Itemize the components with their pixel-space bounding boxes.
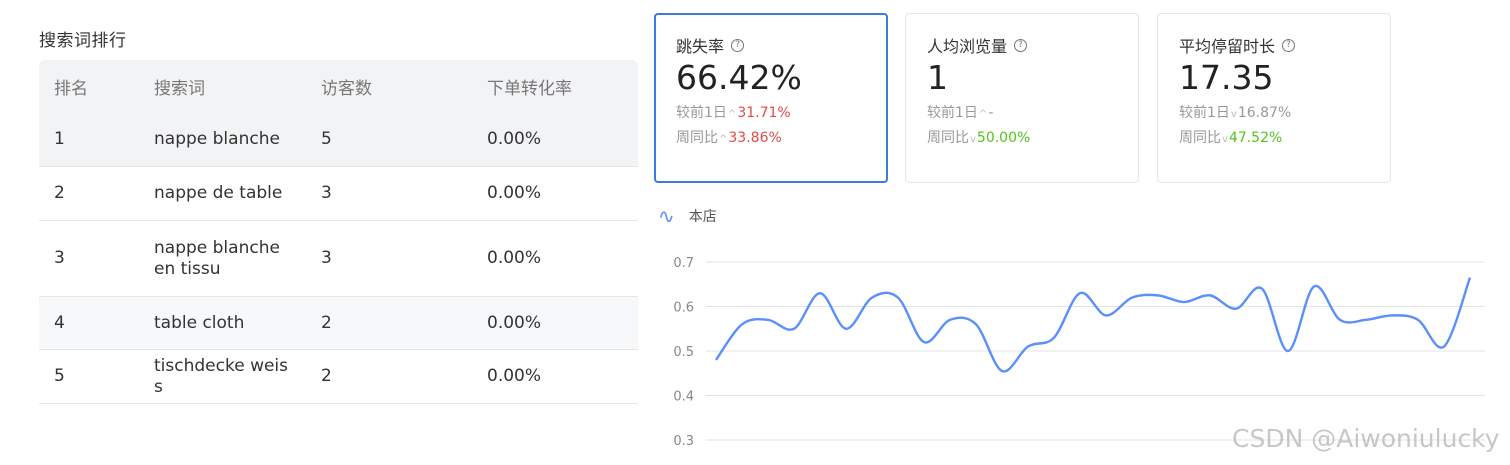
kpi-day-compare: 较前1日v16.87% bbox=[1179, 104, 1390, 122]
cell-search-word: tischdecke weiss bbox=[139, 349, 306, 404]
cell-conversion-rate: 0.00% bbox=[472, 296, 638, 350]
table-header-row: 排名 搜索词 访客数 下单转化率 bbox=[39, 60, 638, 113]
cell-visitors: 3 bbox=[306, 220, 472, 297]
table-row[interactable]: 2 nappe de table 3 0.00% bbox=[39, 166, 638, 221]
kpi-title: 人均浏览量 bbox=[927, 37, 1008, 56]
kpi-card-title-row: 跳失率 ? bbox=[676, 34, 886, 56]
kpi-week-compare: 周同比v50.00% bbox=[927, 129, 1138, 147]
search-ranking-title: 搜索词排行 bbox=[39, 31, 127, 51]
kpi-title: 跳失率 bbox=[676, 37, 725, 56]
chart-legend[interactable]: ∿ 本店 bbox=[658, 206, 717, 226]
kpi-card-title-row: 平均停留时长 ? bbox=[1179, 34, 1390, 56]
kpi-value: 1 bbox=[927, 58, 948, 97]
table-row[interactable]: 3 nappe blanche en tissu 3 0.00% bbox=[39, 220, 638, 297]
grid-lines bbox=[706, 261, 1485, 441]
day-compare-value: - bbox=[988, 105, 994, 121]
table-row[interactable]: 4 table cloth 2 0.00% bbox=[39, 296, 638, 350]
day-compare-label: 较前1日 bbox=[927, 105, 978, 121]
col-header-visitors: 访客数 bbox=[306, 60, 472, 113]
cell-conversion-rate: 0.00% bbox=[472, 220, 638, 297]
col-header-conversion-rate: 下单转化率 bbox=[472, 60, 638, 113]
cell-conversion-rate: 0.00% bbox=[472, 166, 638, 221]
y-tick-label: 0.4 bbox=[673, 390, 694, 405]
cell-rank: 3 bbox=[39, 220, 139, 297]
day-compare-label: 较前1日 bbox=[1179, 105, 1230, 121]
week-compare-label: 周同比 bbox=[676, 130, 718, 146]
cell-rank: 4 bbox=[39, 296, 139, 350]
kpi-card-pageviews-per-visitor[interactable]: 人均浏览量 ? 1 较前1日^- 周同比v50.00% bbox=[905, 13, 1139, 183]
y-tick-label: 0.5 bbox=[673, 345, 694, 360]
week-compare-value: 47.52% bbox=[1228, 130, 1283, 146]
cell-rank: 2 bbox=[39, 166, 139, 221]
table-row[interactable]: 1 nappe blanche 5 0.00% bbox=[39, 113, 638, 167]
line-chart: 0.7 0.6 0.5 0.4 0.3 bbox=[673, 256, 1485, 449]
caret-up-icon: ^ bbox=[719, 134, 728, 145]
cell-visitors: 2 bbox=[306, 349, 472, 404]
cell-visitors: 5 bbox=[306, 113, 472, 167]
kpi-card-bounce-rate[interactable]: 跳失率 ? 66.42% 较前1日^31.71% 周同比^33.86% bbox=[654, 13, 888, 183]
cell-search-word: nappe blanche en tissu bbox=[139, 220, 306, 297]
cell-rank: 1 bbox=[39, 113, 139, 167]
col-header-search-word: 搜索词 bbox=[139, 60, 306, 113]
kpi-card-title-row: 人均浏览量 ? bbox=[927, 34, 1138, 56]
y-axis-ticks: 0.7 0.6 0.5 0.4 0.3 bbox=[673, 256, 694, 449]
kpi-week-compare: 周同比v47.52% bbox=[1179, 129, 1390, 147]
col-header-rank: 排名 bbox=[39, 60, 139, 113]
table-row[interactable]: 5 tischdecke weiss 2 0.00% bbox=[39, 349, 638, 404]
cell-conversion-rate: 0.00% bbox=[472, 349, 638, 404]
y-tick-label: 0.6 bbox=[673, 301, 694, 316]
cell-visitors: 3 bbox=[306, 166, 472, 221]
week-compare-value: 33.86% bbox=[728, 130, 782, 146]
day-compare-label: 较前1日 bbox=[676, 105, 727, 121]
kpi-value: 66.42% bbox=[676, 58, 802, 97]
line-series-icon: ∿ bbox=[658, 204, 675, 228]
kpi-value: 17.35 bbox=[1179, 58, 1274, 97]
kpi-week-compare: 周同比^33.86% bbox=[676, 129, 886, 147]
y-tick-label: 0.7 bbox=[673, 256, 694, 271]
csdn-watermark: CSDN @Aiwoniulucky bbox=[1232, 424, 1500, 453]
y-tick-label: 0.3 bbox=[673, 434, 694, 449]
caret-up-icon: ^ bbox=[978, 109, 988, 120]
week-compare-value: 50.00% bbox=[976, 130, 1031, 146]
kpi-day-compare: 较前1日^- bbox=[927, 104, 1138, 122]
help-icon[interactable]: ? bbox=[1282, 38, 1296, 52]
caret-up-icon: ^ bbox=[727, 109, 737, 120]
week-compare-label: 周同比 bbox=[927, 130, 969, 146]
cell-search-word: nappe de table bbox=[139, 166, 306, 221]
cell-visitors: 2 bbox=[306, 296, 472, 350]
legend-label: 本店 bbox=[688, 209, 717, 225]
kpi-title: 平均停留时长 bbox=[1179, 37, 1276, 56]
help-icon[interactable]: ? bbox=[731, 38, 745, 52]
caret-down-icon: v bbox=[1230, 109, 1237, 120]
search-ranking-table: 排名 搜索词 访客数 下单转化率 1 nappe blanche 5 0.00%… bbox=[39, 60, 638, 404]
cell-search-word: nappe blanche bbox=[139, 113, 306, 167]
week-compare-label: 周同比 bbox=[1179, 130, 1221, 146]
day-compare-value: 31.71% bbox=[737, 105, 791, 121]
caret-down-icon: v bbox=[1222, 134, 1228, 145]
kpi-day-compare: 较前1日^31.71% bbox=[676, 104, 886, 122]
help-icon[interactable]: ? bbox=[1014, 38, 1028, 52]
cell-conversion-rate: 0.00% bbox=[472, 113, 638, 167]
series-line-bendian bbox=[715, 277, 1472, 373]
kpi-card-avg-stay-duration[interactable]: 平均停留时长 ? 17.35 较前1日v16.87% 周同比v47.52% bbox=[1157, 13, 1391, 183]
day-compare-value: 16.87% bbox=[1237, 105, 1292, 121]
cell-search-word: table cloth bbox=[139, 296, 306, 350]
caret-down-icon: v bbox=[970, 134, 976, 145]
cell-rank: 5 bbox=[39, 349, 139, 404]
